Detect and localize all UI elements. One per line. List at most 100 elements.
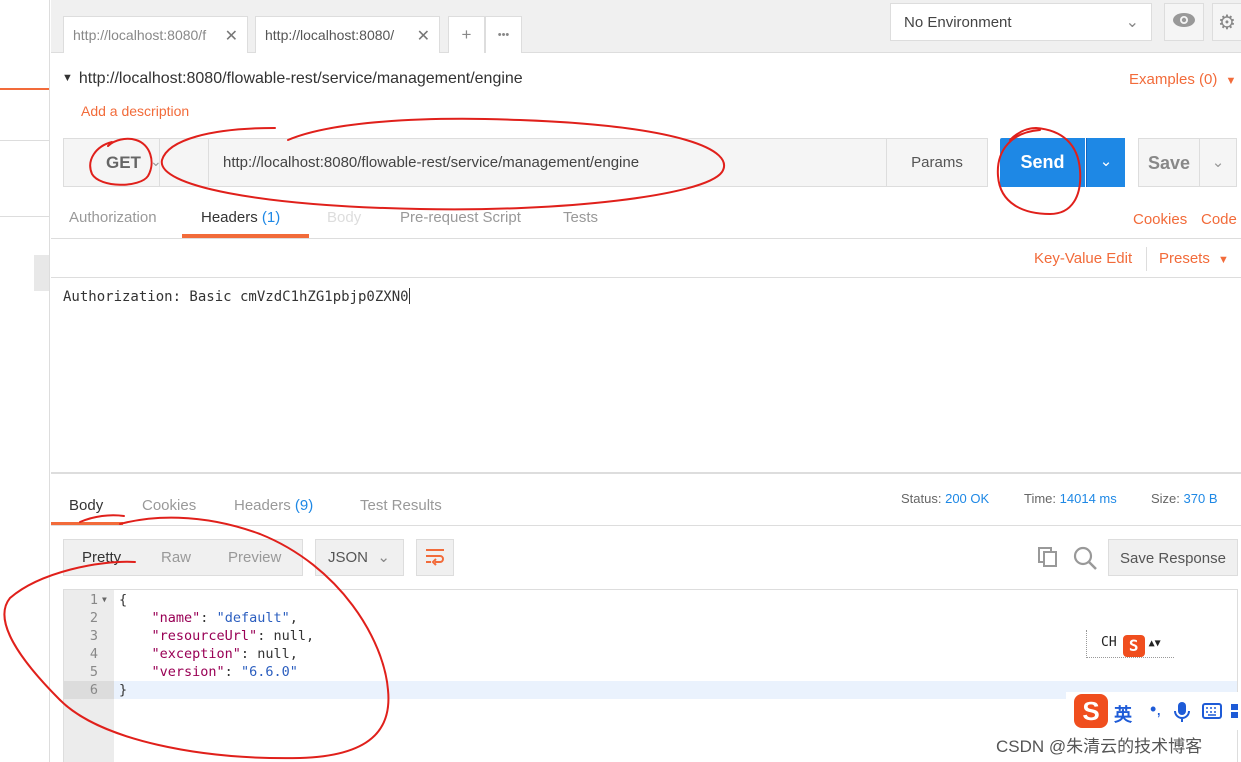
add-description-link[interactable]: Add a description: [81, 103, 189, 119]
active-tab-indicator: [51, 522, 123, 525]
code-line: 5 "version": "6.6.0": [64, 663, 1237, 681]
view-mode-group: Pretty Raw Preview: [63, 539, 303, 576]
json-value: null: [257, 646, 290, 662]
code-line: 3 "resourceUrl": null,: [64, 627, 1237, 645]
presets-label: Presets: [1159, 250, 1210, 267]
request-tabs: Authorization Headers (1) Body Pre-reque…: [51, 200, 1241, 239]
save-response-button[interactable]: Save Response: [1108, 539, 1238, 576]
code-link[interactable]: Code: [1201, 211, 1237, 228]
json-value: "default": [216, 610, 290, 626]
response-tab-headers[interactable]: Headers (9): [234, 497, 313, 514]
tab-label: http://localhost:8080/: [265, 27, 395, 43]
chevron-down-icon: ▼: [1225, 75, 1237, 87]
sidebar-divider: [0, 140, 49, 141]
presets-dropdown[interactable]: Presets ▼: [1159, 250, 1229, 267]
request-tab-active[interactable]: http://localhost:8080/ ✕: [255, 16, 440, 53]
headers-count-badge: (1): [261, 209, 281, 226]
response-tab-headers-label: Headers: [234, 497, 291, 514]
view-raw-button[interactable]: Raw: [161, 549, 191, 566]
ime-status-indicator[interactable]: CH S ▲▼: [1086, 630, 1174, 658]
wrap-lines-button[interactable]: [416, 539, 454, 576]
toolbox-icon[interactable]: [1230, 703, 1241, 719]
request-title-text: http://localhost:8080/flowable-rest/serv…: [78, 70, 523, 87]
text-cursor: [408, 288, 410, 304]
code-line-current: 6 }: [64, 681, 1237, 699]
json-key: "version": [151, 664, 225, 680]
headers-bulk-editor[interactable]: Authorization: Basic cmVzdC1hZG1pbjp0ZXN…: [63, 288, 410, 305]
tab-headers-label: Headers: [201, 209, 258, 226]
examples-dropdown[interactable]: Examples (0) ▼: [1129, 71, 1236, 88]
tab-tests[interactable]: Tests: [563, 209, 598, 226]
format-select[interactable]: JSON ⌄: [315, 539, 404, 576]
response-tab-test-results[interactable]: Test Results: [360, 497, 442, 514]
ime-punctuation-toggle[interactable]: •,: [1150, 699, 1161, 720]
ime-mode-label: CH: [1101, 635, 1117, 650]
copy-icon[interactable]: [1036, 545, 1060, 569]
sidebar-edge: [0, 0, 50, 762]
sogou-logo-icon: S: [1122, 635, 1145, 657]
tab-body[interactable]: Body: [327, 209, 361, 226]
tab-pre-request-script[interactable]: Pre-request Script: [400, 209, 521, 226]
ime-language-toggle[interactable]: 英: [1114, 701, 1132, 727]
send-dropdown-button[interactable]: ⌄: [1086, 138, 1125, 187]
response-tab-body[interactable]: Body: [69, 497, 103, 514]
collapse-triangle-icon[interactable]: ▼: [62, 72, 73, 84]
line-number: 6: [64, 681, 114, 699]
response-tab-cookies[interactable]: Cookies: [142, 497, 196, 514]
sidebar-scroll-block[interactable]: [34, 255, 49, 291]
json-value: null: [273, 628, 306, 644]
settings-button[interactable]: ⚙: [1212, 3, 1241, 41]
code-text: "resourceUrl": null,: [151, 628, 315, 644]
json-key: "resourceUrl": [151, 628, 258, 644]
response-tabs: Body Cookies Headers (9) Test Results St…: [51, 474, 1241, 526]
microphone-icon[interactable]: [1174, 701, 1190, 723]
more-tabs-button[interactable]: •••: [485, 16, 522, 53]
response-status: Status: 200 OK: [901, 491, 989, 506]
sogou-logo-icon[interactable]: S: [1074, 694, 1108, 728]
keyboard-icon[interactable]: [1202, 703, 1222, 719]
environment-label: No Environment: [904, 14, 1012, 31]
close-icon[interactable]: ✕: [417, 26, 430, 46]
key-value-edit-link[interactable]: Key-Value Edit: [1034, 250, 1132, 267]
code-text: "version": "6.6.0": [151, 664, 298, 680]
view-preview-button[interactable]: Preview: [228, 549, 281, 566]
ime-more-icon: ▲▼: [1148, 638, 1161, 649]
tab-headers[interactable]: Headers (1): [201, 209, 280, 226]
environment-quick-look-button[interactable]: [1164, 3, 1204, 41]
close-icon[interactable]: ✕: [225, 26, 238, 46]
code-line: 2 "name": "default",: [64, 609, 1237, 627]
json-key: "name": [151, 610, 201, 626]
params-button[interactable]: Params: [886, 138, 988, 187]
tab-authorization[interactable]: Authorization: [69, 209, 157, 226]
search-icon[interactable]: [1072, 545, 1098, 571]
view-pretty-button[interactable]: Pretty: [82, 549, 121, 566]
save-button[interactable]: Save: [1138, 138, 1200, 187]
request-tab[interactable]: http://localhost:8080/f ✕: [63, 16, 248, 53]
tab-bar: http://localhost:8080/f ✕ http://localho…: [51, 0, 1241, 53]
code-text: "name": "default",: [151, 610, 298, 626]
chevron-down-icon: ⌄: [1211, 154, 1225, 171]
time-label: Time:: [1024, 491, 1057, 506]
add-tab-button[interactable]: +: [448, 16, 485, 53]
line-number: 4: [89, 646, 98, 662]
cookies-link[interactable]: Cookies: [1133, 211, 1187, 228]
url-input[interactable]: [208, 139, 886, 186]
sidebar-divider: [0, 216, 49, 217]
code-line: 1 ▼ {: [64, 591, 1237, 609]
sidebar-active-marker: [0, 88, 49, 90]
method-select[interactable]: GET ⌄: [63, 138, 162, 187]
environment-select[interactable]: No Environment ⌄: [890, 3, 1152, 41]
request-title[interactable]: ▼ http://localhost:8080/flowable-rest/ser…: [62, 70, 523, 88]
json-value: "6.6.0": [240, 664, 298, 680]
response-headers-count-badge: (9): [294, 497, 314, 514]
tab-label: http://localhost:8080/f: [73, 27, 207, 43]
time-value: 14014 ms: [1059, 491, 1117, 506]
fold-arrow-icon[interactable]: ▼: [102, 591, 107, 609]
headers-bulk-text: Authorization: Basic cmVzdC1hZG1pbjp0ZXN…: [63, 289, 409, 305]
save-dropdown-button[interactable]: ⌄: [1199, 138, 1237, 187]
send-button[interactable]: Send: [1000, 138, 1085, 187]
code-text: "exception": null,: [151, 646, 298, 662]
divider: [1146, 247, 1147, 271]
line-number: 2: [89, 610, 98, 626]
examples-label: Examples (0): [1129, 71, 1218, 88]
